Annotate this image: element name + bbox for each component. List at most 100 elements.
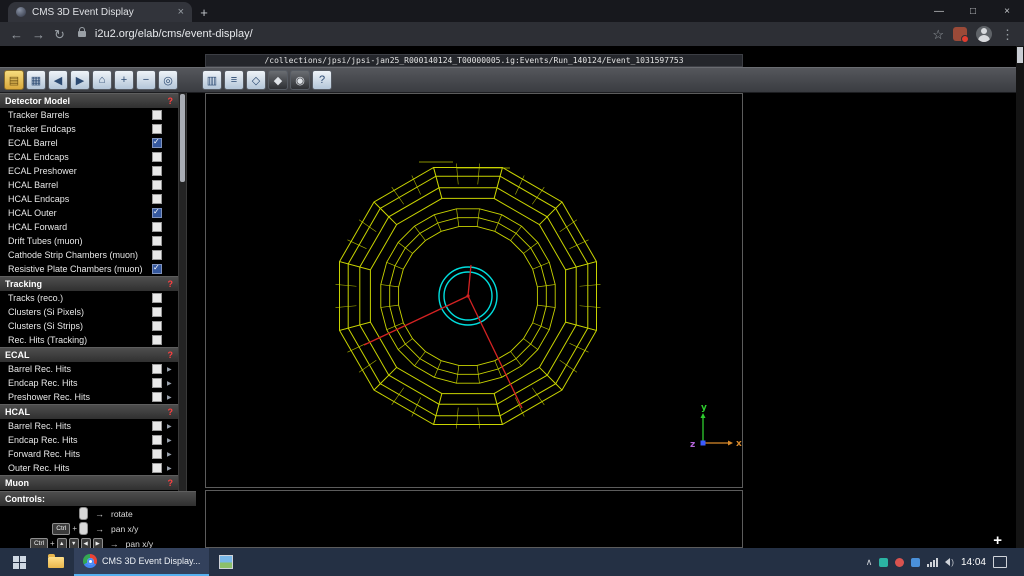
wireframe-view-icon[interactable]: ◇ <box>246 70 266 90</box>
maps-to-arrow: → <box>95 524 104 534</box>
back-icon[interactable]: ← <box>10 28 23 41</box>
checkbox[interactable] <box>152 435 162 445</box>
expand-arrow-icon[interactable]: ▶ <box>167 423 178 430</box>
page-scrollbar-thumb[interactable] <box>1017 47 1023 63</box>
table-view-icon[interactable]: ▥ <box>202 70 222 90</box>
section-header-muon[interactable]: Muon? <box>0 475 178 490</box>
tree-item-label: HCAL Forward <box>8 222 152 232</box>
expand-arrow-icon[interactable]: ▶ <box>167 465 178 472</box>
padlock-icon[interactable] <box>78 31 86 37</box>
help-icon[interactable]: ? <box>312 70 332 90</box>
checkbox[interactable] <box>152 378 162 388</box>
tree-item-label: HCAL Outer <box>8 208 152 218</box>
address-input[interactable]: i2u2.org/elab/cms/event-display/ <box>95 28 923 40</box>
checkbox[interactable] <box>152 364 162 374</box>
previous-event-icon[interactable]: ◀ <box>48 70 68 90</box>
checkbox[interactable] <box>152 335 162 345</box>
mouse-icon <box>79 522 88 535</box>
expand-arrow-icon[interactable]: ▶ <box>167 366 178 373</box>
expand-arrow-icon[interactable]: ▶ <box>167 437 178 444</box>
start-button[interactable] <box>0 548 38 576</box>
checkbox[interactable] <box>152 180 162 190</box>
zoom-out-icon[interactable]: − <box>136 70 156 90</box>
maximize-button[interactable]: □ <box>956 0 990 22</box>
sidebar-scrollbar[interactable] <box>178 93 187 491</box>
checkbox[interactable] <box>152 138 162 148</box>
tray-app-icon-1[interactable] <box>879 558 888 567</box>
section-header-detector-model[interactable]: Detector Model? <box>0 93 178 108</box>
section-header-ecal[interactable]: ECAL? <box>0 347 178 362</box>
tab-close-icon[interactable]: × <box>178 6 184 18</box>
expand-arrow-icon[interactable]: ▶ <box>167 451 178 458</box>
checkbox[interactable] <box>152 110 162 120</box>
event-3d-viewport[interactable]: yxz <box>205 93 743 488</box>
section-header-hcal[interactable]: HCAL? <box>0 404 178 419</box>
chrome-task-button[interactable]: CMS 3D Event Display... <box>74 548 209 576</box>
minimize-button[interactable]: — <box>922 0 956 22</box>
action-center-icon[interactable] <box>993 556 1007 568</box>
settings-icon[interactable]: ◉ <box>290 70 310 90</box>
zoom-in-icon[interactable]: + <box>114 70 134 90</box>
checkbox[interactable] <box>152 124 162 134</box>
network-icon[interactable] <box>927 558 938 567</box>
new-tab-button[interactable]: + <box>192 2 216 22</box>
maps-to-arrow: → <box>95 509 104 519</box>
checkbox[interactable] <box>152 392 162 402</box>
volume-icon[interactable]: ) <box>945 558 954 567</box>
tray-app-icon-3[interactable] <box>911 558 920 567</box>
browser-menu-icon[interactable]: ⋮ <box>1001 28 1014 41</box>
help-icon[interactable]: ? <box>168 96 174 106</box>
control-row: Ctrl+→pan x/y <box>0 521 196 536</box>
checkbox[interactable] <box>152 449 162 459</box>
tray-chevron-icon[interactable]: ∧ <box>866 558 873 567</box>
checkbox[interactable] <box>152 152 162 162</box>
checkbox[interactable] <box>152 293 162 303</box>
browser-tab[interactable]: CMS 3D Event Display × <box>8 2 192 22</box>
open-file-icon[interactable]: ▤ <box>4 70 24 90</box>
checkbox[interactable] <box>152 321 162 331</box>
scrollbar-thumb[interactable] <box>180 94 185 182</box>
next-event-icon[interactable]: ▶ <box>70 70 90 90</box>
reload-icon[interactable]: ↻ <box>54 28 65 41</box>
tree-item-label: Clusters (Si Pixels) <box>8 307 152 317</box>
checkbox[interactable] <box>152 307 162 317</box>
page-scrollbar[interactable] <box>1016 46 1024 548</box>
extension-icon[interactable] <box>953 27 967 41</box>
expand-button[interactable]: + <box>993 533 1002 548</box>
arrow-key-icon: ◀ <box>81 538 91 549</box>
help-icon[interactable]: ? <box>168 350 174 360</box>
checkbox[interactable] <box>152 250 162 260</box>
checkbox[interactable] <box>152 166 162 176</box>
checkbox[interactable] <box>152 264 162 274</box>
close-button[interactable]: × <box>990 0 1024 22</box>
muon-tracks <box>364 265 522 408</box>
checkbox[interactable] <box>152 208 162 218</box>
mouse-icon <box>79 507 88 520</box>
file-explorer-button[interactable] <box>38 548 74 576</box>
tree-item-label: Outer Rec. Hits <box>8 463 152 473</box>
fit-view-icon[interactable]: ◎ <box>158 70 178 90</box>
checkbox[interactable] <box>152 222 162 232</box>
forward-icon[interactable]: → <box>32 28 45 41</box>
taskbar-clock[interactable]: 14:04 <box>961 557 986 568</box>
expand-arrow-icon[interactable]: ▶ <box>167 394 178 401</box>
home-view-icon[interactable]: ⌂ <box>92 70 112 90</box>
checkbox[interactable] <box>152 236 162 246</box>
checkbox[interactable] <box>152 421 162 431</box>
section-title: ECAL <box>5 350 30 360</box>
tray-app-icon-2[interactable] <box>895 558 904 567</box>
help-icon[interactable]: ? <box>168 279 174 289</box>
help-icon[interactable]: ? <box>168 407 174 417</box>
list-view-icon[interactable]: ≡ <box>224 70 244 90</box>
section-header-tracking[interactable]: Tracking? <box>0 276 178 291</box>
checkbox[interactable] <box>152 194 162 204</box>
profile-avatar[interactable] <box>976 26 992 42</box>
expand-arrow-icon[interactable]: ▶ <box>167 380 178 387</box>
bookmark-star-icon[interactable]: ☆ <box>932 28 944 41</box>
checkbox[interactable] <box>152 463 162 473</box>
print-icon[interactable]: ▦ <box>26 70 46 90</box>
control-label: pan x/y <box>111 524 138 534</box>
solid-view-icon[interactable]: ◆ <box>268 70 288 90</box>
photos-task-button[interactable] <box>209 548 243 576</box>
help-icon[interactable]: ? <box>168 478 174 488</box>
